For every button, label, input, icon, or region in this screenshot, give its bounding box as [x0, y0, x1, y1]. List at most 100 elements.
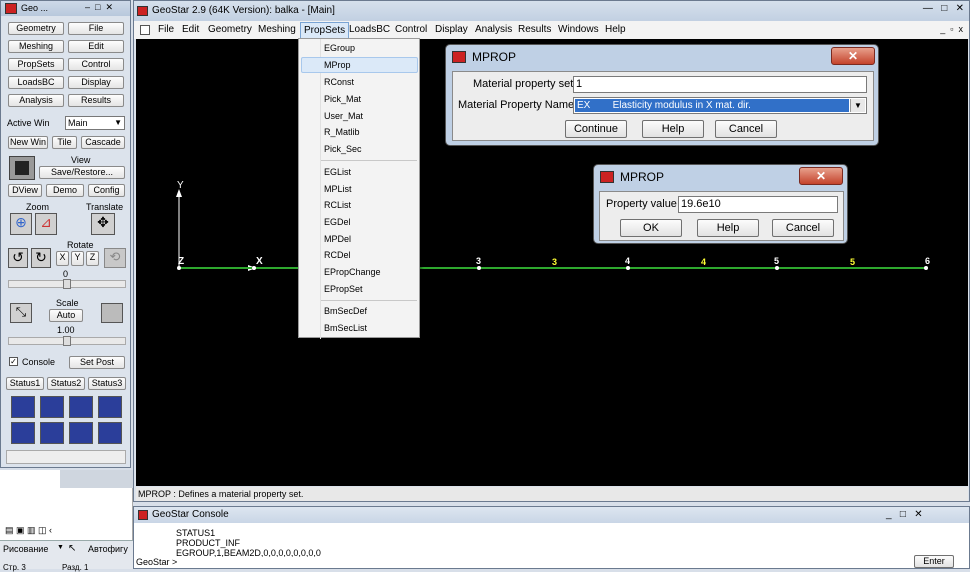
menu-item-mpdel[interactable]: MPDel [324, 234, 351, 244]
property-value-input[interactable]: 19.6e10 [678, 196, 838, 213]
menu-item-mplist[interactable]: MPList [324, 184, 352, 194]
menu-item-bmseclist[interactable]: BmSecList [324, 323, 367, 333]
rotate-y-button[interactable]: Y [71, 251, 84, 266]
menu-control[interactable]: Control [395, 24, 427, 35]
zoom-in-icon[interactable]: ⊕ [10, 213, 32, 235]
new-win-button[interactable]: New Win [8, 136, 48, 149]
cascade-button[interactable]: Cascade [81, 136, 125, 149]
close-button[interactable]: ✕ [831, 47, 875, 65]
rotate-z-button[interactable]: Z [86, 251, 99, 266]
console-checkbox[interactable]: ✓ [9, 357, 18, 366]
console-input[interactable] [182, 557, 912, 568]
help-button[interactable]: Help [642, 120, 704, 138]
window-controls-icon[interactable]: — □ ✕ [884, 3, 964, 17]
analysis-button[interactable]: Analysis [8, 94, 64, 107]
enter-button[interactable]: Enter [914, 555, 954, 568]
status2-button[interactable]: Status2 [47, 377, 85, 390]
active-win-select[interactable]: Main ▼ [65, 116, 125, 130]
hand-tool-icon[interactable] [11, 422, 35, 444]
set-post-button[interactable]: Set Post [69, 356, 125, 369]
exit-tool-icon[interactable] [98, 422, 122, 444]
menu-item-pick-mat[interactable]: Pick_Mat [324, 94, 361, 104]
menu-item-mprop[interactable]: MProp [324, 60, 351, 70]
elements-tool-icon[interactable] [69, 396, 93, 418]
menu-item-rcdel[interactable]: RCDel [324, 250, 351, 260]
file-button[interactable]: File [68, 22, 124, 35]
rotate-free-icon[interactable]: ⟲ [104, 248, 126, 268]
menu-meshing[interactable]: Meshing [258, 24, 296, 35]
material-set-input[interactable]: 1 [573, 76, 867, 93]
menu-windows[interactable]: Windows [558, 24, 599, 35]
rotate-cw-icon[interactable]: ↻ [31, 248, 51, 268]
status3-button[interactable]: Status3 [88, 377, 126, 390]
menu-help[interactable]: Help [605, 24, 626, 35]
menu-item-epropchange[interactable]: EPropChange [324, 267, 381, 277]
boundary-tool-icon[interactable] [40, 396, 64, 418]
menu-loadsbc[interactable]: LoadsBC [349, 24, 390, 35]
help-tool-icon[interactable] [69, 422, 93, 444]
rotate-slider[interactable] [8, 279, 126, 289]
rotate-x-button[interactable]: X [56, 251, 69, 266]
menu-item-r-matlib[interactable]: R_Matlib [324, 127, 360, 137]
menu-item-pick-sec[interactable]: Pick_Sec [324, 144, 362, 154]
active-win-value: Main [68, 118, 88, 128]
results-button[interactable]: Results [68, 94, 124, 107]
grid-tool-icon[interactable] [40, 422, 64, 444]
view-mode-icons[interactable]: ▤ ▣ ▥ ◫ ‹ [5, 525, 52, 536]
material-name-select[interactable]: EX Elasticity modulus in X mat. dir. ▼ [573, 97, 867, 114]
display-button[interactable]: Display [68, 76, 124, 89]
geometry-button[interactable]: Geometry [8, 22, 64, 35]
scale-auto-button[interactable]: Auto [49, 309, 83, 322]
dview-button[interactable]: DView [8, 184, 42, 197]
view-book-icon[interactable] [9, 156, 35, 180]
menu-analysis[interactable]: Analysis [475, 24, 512, 35]
menu-propsets[interactable]: PropSets [300, 22, 350, 39]
cursor-icon[interactable]: ↖ [68, 543, 76, 554]
rotate-ccw-icon[interactable]: ↺ [8, 248, 28, 268]
continue-button[interactable]: Continue [565, 120, 627, 138]
config-button[interactable]: Config [88, 184, 125, 197]
propsets-button[interactable]: PropSets [8, 58, 64, 71]
draw-menu[interactable]: Рисование [3, 544, 48, 554]
window-controls-icon[interactable]: _ □ ✕ [886, 509, 923, 520]
menu-item-user-mat[interactable]: User_Mat [324, 111, 363, 121]
window-controls-icon[interactable]: – □ ✕ [85, 2, 113, 13]
menu-item-rclist[interactable]: RCList [324, 200, 351, 210]
menu-results[interactable]: Results [518, 24, 551, 35]
menu-edit[interactable]: Edit [182, 24, 199, 35]
menu-item-rconst[interactable]: RConst [324, 77, 354, 87]
ok-button[interactable]: OK [620, 219, 682, 237]
menu-item-egroup[interactable]: EGroup [324, 43, 355, 53]
menu-item-eglist[interactable]: EGList [324, 167, 351, 177]
help-button[interactable]: Help [697, 219, 759, 237]
demo-button[interactable]: Demo [46, 184, 84, 197]
menu-file[interactable]: File [158, 24, 174, 35]
save-restore-button[interactable]: Save/Restore... [39, 166, 125, 179]
menu-item-bmsecdef[interactable]: BmSecDef [324, 306, 367, 316]
mesh-tool-icon[interactable] [98, 396, 122, 418]
mprop-dialog: MPROP ✕ Material property set 1 Material… [445, 44, 879, 146]
control-button[interactable]: Control [68, 58, 124, 71]
tile-button[interactable]: Tile [52, 136, 77, 149]
menu-item-epropset[interactable]: EPropSet [324, 284, 363, 294]
meshing-button[interactable]: Meshing [8, 40, 64, 53]
chevron-down-icon[interactable]: ▼ [850, 99, 865, 112]
loadsbc-button[interactable]: LoadsBC [8, 76, 64, 89]
cancel-button[interactable]: Cancel [715, 120, 777, 138]
edit-button[interactable]: Edit [68, 40, 124, 53]
x-axis-label: X [256, 256, 263, 267]
menu-geometry[interactable]: Geometry [208, 24, 252, 35]
node-tool-icon[interactable] [11, 396, 35, 418]
scale-grid-icon[interactable] [101, 303, 123, 323]
zoom-box-icon[interactable]: ⊿ [35, 213, 57, 235]
translate-icon[interactable]: ✥ [91, 213, 115, 235]
child-window-controls-icon[interactable]: _ ▫ x [940, 24, 963, 34]
autoshapes-menu[interactable]: Автофигу [88, 544, 128, 554]
close-button[interactable]: ✕ [799, 167, 843, 185]
status1-button[interactable]: Status1 [6, 377, 44, 390]
menu-item-egdel[interactable]: EGDel [324, 217, 351, 227]
scale-slider[interactable] [8, 336, 126, 346]
scale-icon[interactable]: ⤡ [10, 303, 32, 323]
menu-display[interactable]: Display [435, 24, 468, 35]
cancel-button[interactable]: Cancel [772, 219, 834, 237]
